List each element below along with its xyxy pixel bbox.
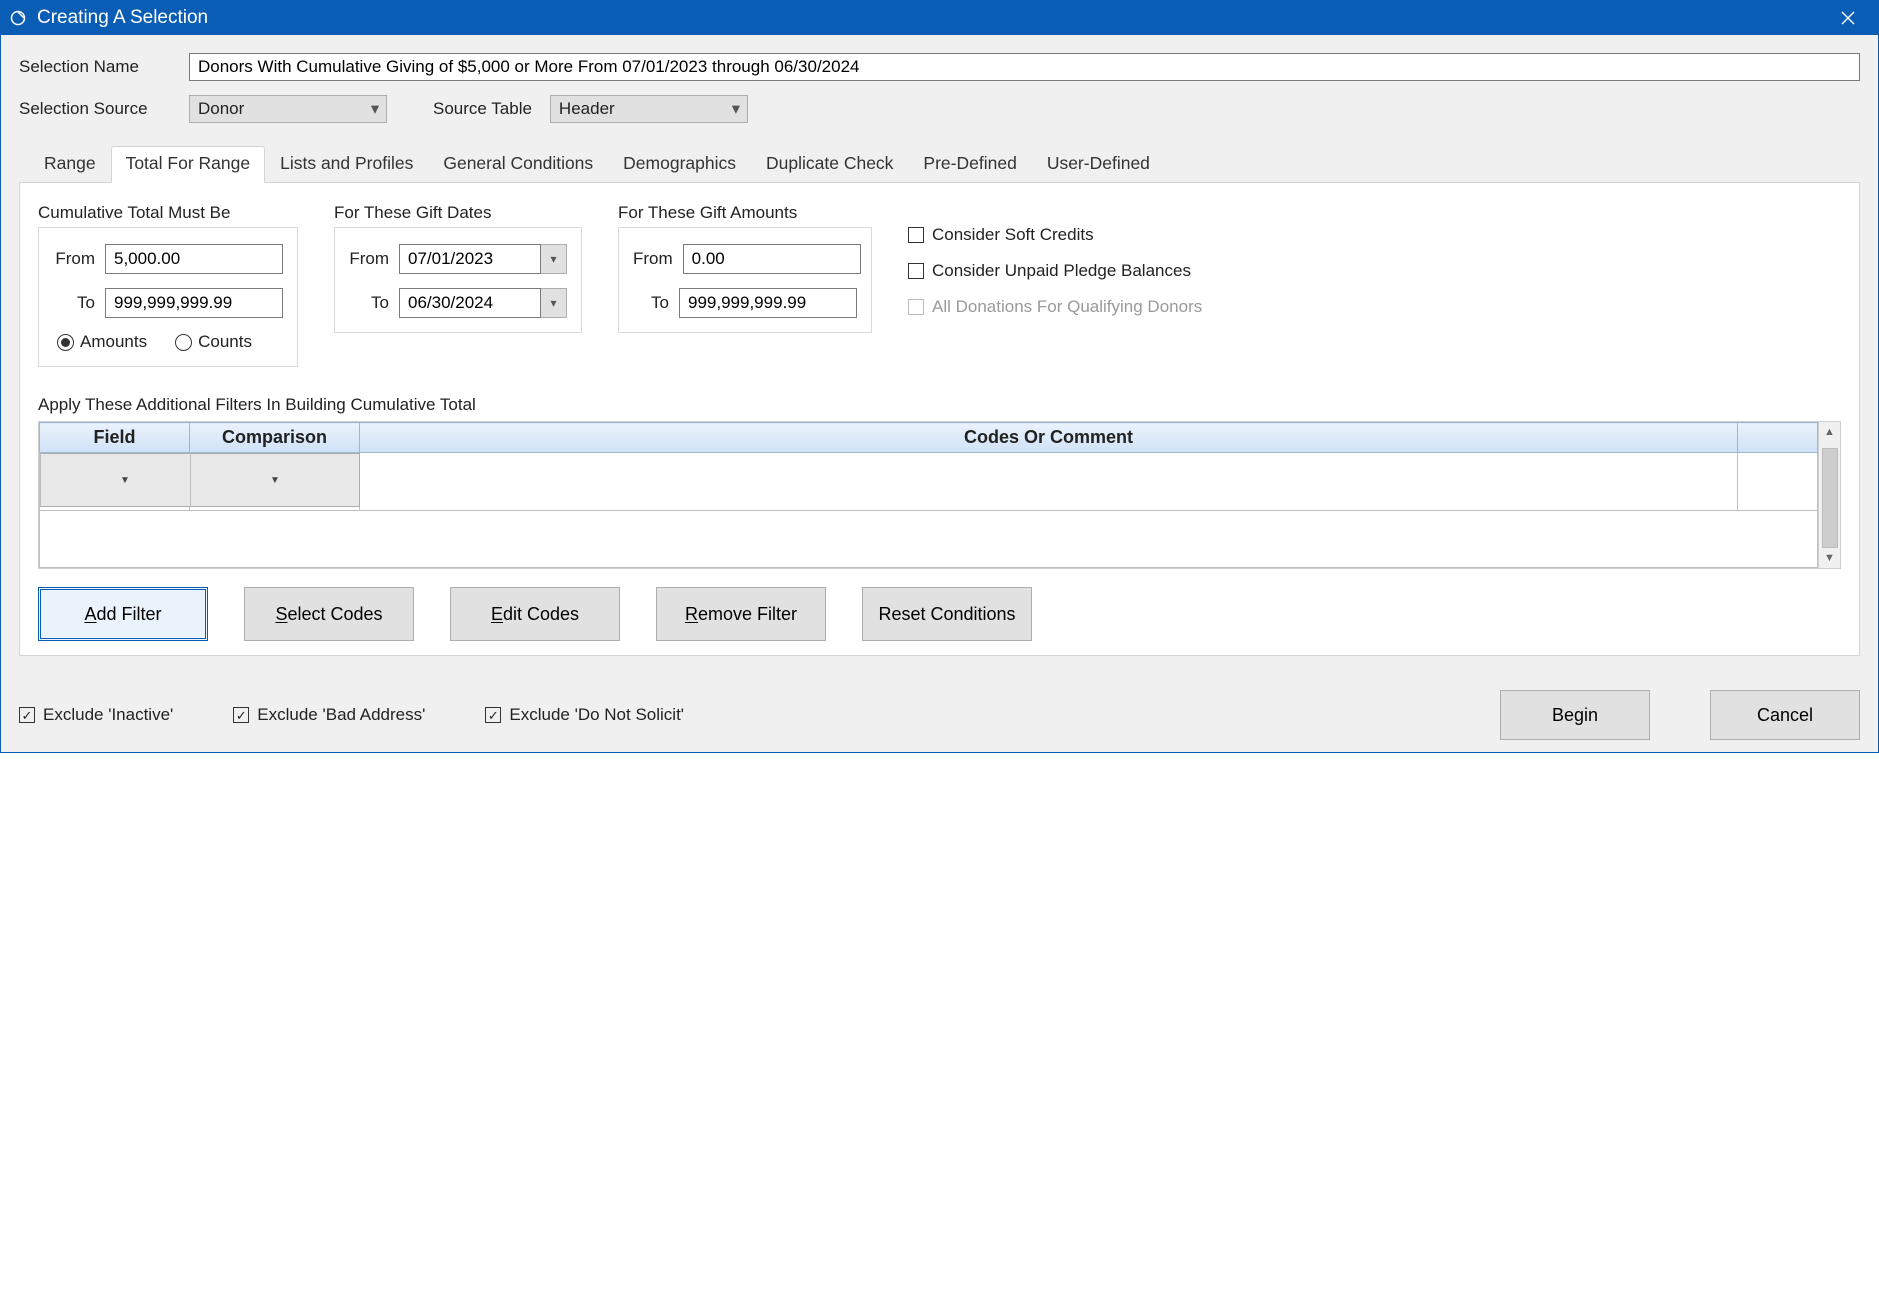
- group-gift-amounts-title: For These Gift Amounts: [618, 203, 872, 223]
- date-picker-button[interactable]: ▾: [541, 288, 567, 318]
- select-codes-button[interactable]: Select Codes: [244, 587, 414, 641]
- options-checks: Consider Soft Credits Consider Unpaid Pl…: [908, 203, 1202, 317]
- radio-counts[interactable]: Counts: [175, 332, 252, 352]
- tabs: Range Total For Range Lists and Profiles…: [19, 145, 1860, 183]
- checkbox-icon: [908, 299, 924, 315]
- gift-dates-to-label: To: [349, 293, 399, 313]
- scroll-thumb[interactable]: [1822, 448, 1838, 548]
- filters-grid: Field Comparison Codes Or Comment ▼: [38, 421, 1841, 569]
- check-exclude-do-not-solicit[interactable]: Exclude 'Do Not Solicit': [485, 705, 684, 725]
- tab-general-conditions[interactable]: General Conditions: [428, 146, 608, 183]
- tab-range[interactable]: Range: [29, 146, 111, 183]
- gift-dates-from-label: From: [349, 249, 399, 269]
- selection-name-input[interactable]: [189, 53, 1860, 81]
- gift-amounts-from-input[interactable]: [683, 244, 861, 274]
- filters-section-title: Apply These Additional Filters In Buildi…: [38, 395, 1841, 415]
- date-picker-button[interactable]: ▾: [541, 244, 567, 274]
- tab-pre-defined[interactable]: Pre-Defined: [908, 146, 1031, 183]
- selection-source-combo[interactable]: Donor ▾: [189, 95, 387, 123]
- radio-amounts-label: Amounts: [80, 332, 147, 352]
- group-gift-dates-title: For These Gift Dates: [334, 203, 582, 223]
- check-unpaid-pledges-label: Consider Unpaid Pledge Balances: [932, 261, 1191, 281]
- app-icon: [9, 9, 27, 27]
- check-exclude-inactive-label: Exclude 'Inactive': [43, 705, 173, 725]
- tabpage-total-for-range: Cumulative Total Must Be From To: [19, 183, 1860, 656]
- check-exclude-bad-address-label: Exclude 'Bad Address': [257, 705, 425, 725]
- source-table-value: Header: [551, 99, 623, 119]
- col-field[interactable]: Field: [40, 423, 190, 453]
- radio-counts-label: Counts: [198, 332, 252, 352]
- selection-source-label: Selection Source: [19, 99, 189, 119]
- reset-conditions-button[interactable]: Reset Conditions: [862, 587, 1032, 641]
- cancel-button[interactable]: Cancel: [1710, 690, 1860, 740]
- source-table-combo[interactable]: Header ▾: [550, 95, 748, 123]
- checkbox-checked-icon: [233, 707, 249, 723]
- begin-button[interactable]: Begin: [1500, 690, 1650, 740]
- edit-codes-button[interactable]: Edit Codes: [450, 587, 620, 641]
- chevron-down-icon: ▾: [364, 99, 386, 119]
- remove-filter-button[interactable]: Remove Filter: [656, 587, 826, 641]
- checkbox-icon: [908, 227, 924, 243]
- cumulative-to-input[interactable]: [105, 288, 283, 318]
- gift-amounts-to-label: To: [633, 293, 679, 313]
- gift-amounts-from-label: From: [633, 249, 683, 269]
- checkbox-icon: [908, 263, 924, 279]
- cumulative-from-label: From: [53, 249, 105, 269]
- checkbox-checked-icon: [485, 707, 501, 723]
- client-area: Selection Name Selection Source Donor ▾ …: [1, 35, 1878, 752]
- radio-on-icon: [57, 334, 74, 351]
- group-gift-dates: For These Gift Dates From ▾ To: [334, 203, 582, 333]
- selection-name-label: Selection Name: [19, 57, 189, 77]
- gift-amounts-to-input[interactable]: [679, 288, 857, 318]
- check-unpaid-pledges[interactable]: Consider Unpaid Pledge Balances: [908, 261, 1202, 281]
- cell-field-combo[interactable]: ▼: [40, 453, 189, 477]
- add-filter-button[interactable]: Add Filter: [38, 587, 208, 641]
- check-exclude-bad-address[interactable]: Exclude 'Bad Address': [233, 705, 425, 725]
- tab-duplicate-check[interactable]: Duplicate Check: [751, 146, 908, 183]
- chevron-down-icon: ▼: [190, 453, 360, 507]
- grid-scrollbar[interactable]: ▲ ▼: [1818, 422, 1840, 568]
- tab-total-for-range[interactable]: Total For Range: [111, 146, 266, 183]
- chevron-down-icon: ▾: [725, 99, 747, 119]
- col-codes[interactable]: Codes Or Comment: [360, 423, 1738, 453]
- cell-comparison-combo[interactable]: ▼: [190, 453, 359, 477]
- checkbox-checked-icon: [19, 707, 35, 723]
- tab-lists-and-profiles[interactable]: Lists and Profiles: [265, 146, 428, 183]
- gift-dates-to-input[interactable]: [399, 288, 541, 318]
- col-extra[interactable]: [1738, 423, 1818, 453]
- radio-amounts[interactable]: Amounts: [57, 332, 147, 352]
- cell-extra[interactable]: [1738, 453, 1818, 511]
- footer: Exclude 'Inactive' Exclude 'Bad Address'…: [19, 690, 1860, 740]
- tab-user-defined[interactable]: User-Defined: [1032, 146, 1165, 183]
- cell-codes[interactable]: [360, 453, 1738, 511]
- table-row[interactable]: ▼ ▼: [40, 453, 1818, 511]
- group-cumulative-total: Cumulative Total Must Be From To: [38, 203, 298, 367]
- tab-demographics[interactable]: Demographics: [608, 146, 751, 183]
- group-cumulative-total-title: Cumulative Total Must Be: [38, 203, 298, 223]
- radio-off-icon: [175, 334, 192, 351]
- cumulative-from-input[interactable]: [105, 244, 283, 274]
- source-table-label: Source Table: [433, 99, 532, 119]
- scroll-up-icon: ▲: [1824, 422, 1835, 442]
- gift-dates-from-input[interactable]: [399, 244, 541, 274]
- check-exclude-inactive[interactable]: Exclude 'Inactive': [19, 705, 173, 725]
- col-comparison[interactable]: Comparison: [190, 423, 360, 453]
- check-soft-credits[interactable]: Consider Soft Credits: [908, 225, 1202, 245]
- window: Creating A Selection Selection Name Sele…: [0, 0, 1879, 753]
- scroll-down-icon: ▼: [1824, 548, 1835, 568]
- window-title: Creating A Selection: [33, 7, 1826, 29]
- selection-source-value: Donor: [190, 99, 252, 119]
- chevron-down-icon: ▼: [40, 453, 210, 507]
- cumulative-to-label: To: [53, 293, 105, 313]
- titlebar: Creating A Selection: [1, 1, 1878, 35]
- check-all-donations: All Donations For Qualifying Donors: [908, 297, 1202, 317]
- check-all-donations-label: All Donations For Qualifying Donors: [932, 297, 1202, 317]
- check-soft-credits-label: Consider Soft Credits: [932, 225, 1094, 245]
- window-close-button[interactable]: [1826, 1, 1870, 35]
- group-gift-amounts: For These Gift Amounts From To: [618, 203, 872, 333]
- check-exclude-do-not-solicit-label: Exclude 'Do Not Solicit': [509, 705, 684, 725]
